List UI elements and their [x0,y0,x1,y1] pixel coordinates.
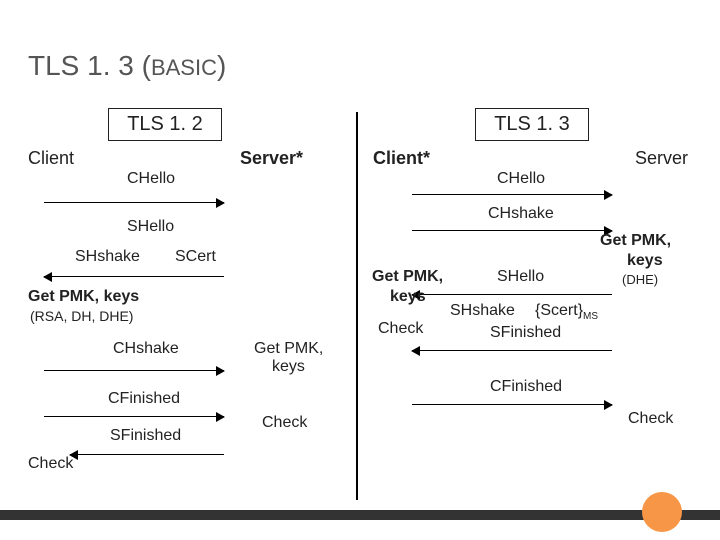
title-part3: ) [217,50,226,81]
r-cli-check: Check [378,320,423,338]
client-label-right: Client* [373,148,430,169]
l-cfin: CFinished [108,390,180,408]
arrow-l3 [44,370,224,371]
center-divider [356,112,358,500]
r-chello: CHello [497,170,545,188]
slide-title: TLS 1. 3 (BASIC) [28,50,226,82]
r-cli-getpmk-b: keys [390,288,426,306]
r-cli-getpmk-a: Get PMK, [372,268,443,286]
arrow-l2 [44,276,224,277]
r-chshake: CHshake [488,205,554,223]
l-chello: CHello [127,170,175,188]
l-chshake: CHshake [113,340,179,358]
l-sfin: SFinished [110,427,181,445]
server-label-left: Server* [240,148,303,169]
accent-bar [0,510,720,520]
arrow-r1 [412,194,612,195]
arrow-r2 [412,230,612,231]
tls13-title: TLS 1. 3 [494,113,570,135]
r-serv-getpmk-dhe: (DHE) [622,272,658,287]
client-label-left: Client [28,148,74,169]
tls13-title-box: TLS 1. 3 [475,108,589,141]
r-serv-getpmk-b: keys [627,252,663,270]
l-check-bottom: Check [28,455,73,473]
r-scert: {Scert}MS [535,302,598,322]
r-shello: SHello [497,268,544,286]
arrow-r4 [412,350,612,351]
l-shello: SHello [127,218,174,236]
r-scert-sub: MS [583,311,598,322]
tls12-title-box: TLS 1. 2 [108,108,222,141]
r-check2: Check [628,410,673,428]
r-shshake: SHshake [450,302,515,320]
r-serv-getpmk-a: Get PMK, [600,232,671,250]
title-part1: TLS 1. 3 ( [28,50,151,81]
arrow-l1 [44,202,224,203]
l-shshake: SHshake [75,248,140,266]
l-check2: Check [262,414,307,432]
r-cfin: CFinished [490,378,562,396]
l-scert: SCert [175,248,216,266]
server-label-right: Server [635,148,688,169]
l-getpmk2a: Get PMK, [254,340,323,358]
arrow-l4 [44,416,224,417]
arrow-r3 [412,294,612,295]
title-part2: BASIC [151,55,217,80]
arrow-r5 [412,404,612,405]
accent-circle [642,492,682,532]
l-getpmk2b: keys [272,358,305,376]
arrow-l5 [70,454,224,455]
tls12-title: TLS 1. 2 [127,113,203,135]
l-getpmk: Get PMK, keys [28,288,139,306]
r-scert-txt: {Scert} [535,302,583,319]
r-sfin: SFinished [490,324,561,342]
l-getpmk-sub: (RSA, DH, DHE) [30,308,133,324]
